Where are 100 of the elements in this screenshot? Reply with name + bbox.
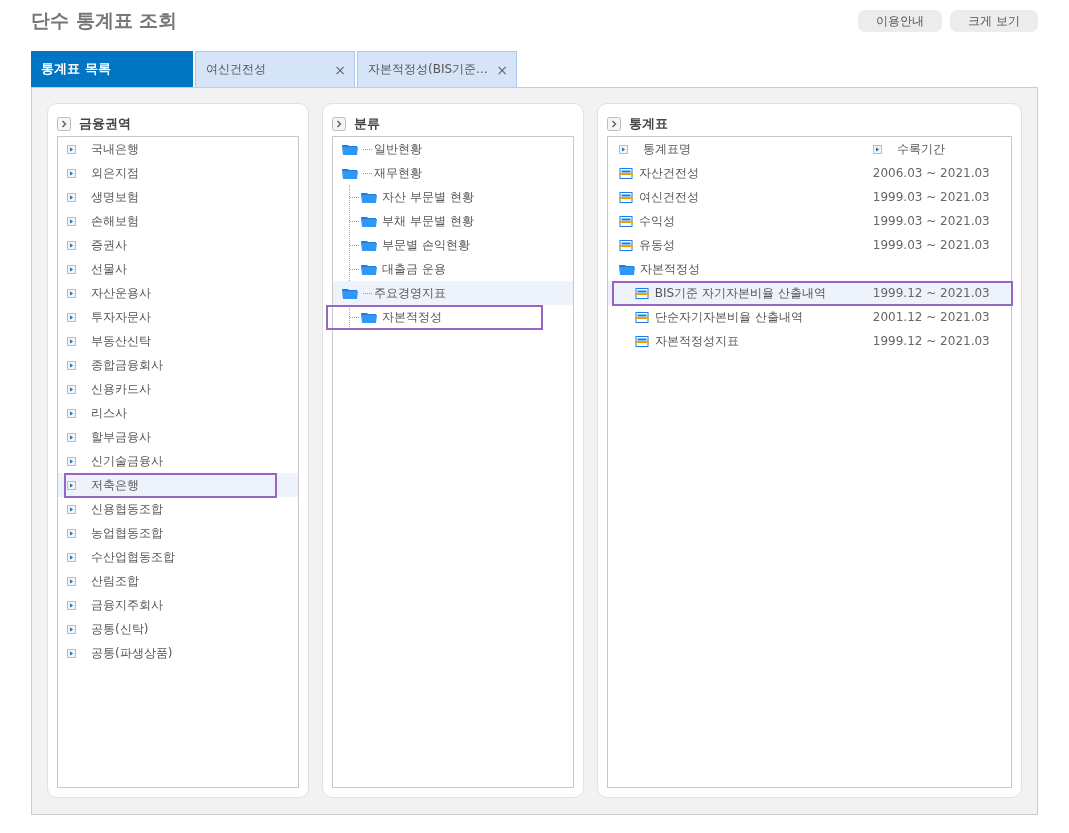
period-text: 1999.03 ~ 2021.03 <box>872 190 990 204</box>
period-text: 2001.12 ~ 2021.03 <box>872 310 990 324</box>
table-name[interactable]: 유동성 <box>638 236 675 254</box>
period-text: 1999.03 ~ 2021.03 <box>872 238 990 252</box>
tree-item[interactable]: 자산 부문별 현황 <box>381 188 474 206</box>
table-icon <box>634 287 649 299</box>
expand-icon[interactable] <box>606 117 621 131</box>
bullet-icon <box>67 456 76 466</box>
table-icon <box>618 167 633 179</box>
sort-icon[interactable] <box>618 144 628 154</box>
bullet-icon <box>67 360 76 370</box>
bullet-icon <box>67 480 76 490</box>
bullet-icon <box>67 576 76 586</box>
folder-icon <box>360 191 378 203</box>
card-title: 분류 <box>353 115 380 133</box>
folder-icon <box>341 167 359 179</box>
list-item[interactable]: 공통(신탁) <box>91 620 149 638</box>
folder-icon <box>341 143 359 155</box>
folder-icon <box>360 239 378 251</box>
bullet-icon <box>67 624 76 634</box>
list-item[interactable]: 농업협동조합 <box>91 524 163 542</box>
bullet-icon <box>67 504 76 514</box>
table-name[interactable]: 자본적정성 <box>639 260 700 278</box>
bullet-icon <box>67 216 76 226</box>
tree-item[interactable]: 자본적정성 <box>381 308 442 326</box>
table-name[interactable]: BIS기준 자기자본비율 산출내역 <box>654 284 826 302</box>
list-item[interactable]: 선물사 <box>91 260 127 278</box>
list-item[interactable]: 투자자문사 <box>91 308 151 326</box>
folder-icon <box>360 215 378 227</box>
bullet-icon <box>67 552 76 562</box>
list-item[interactable]: 금융지주회사 <box>91 596 163 614</box>
bullet-icon <box>67 312 76 322</box>
header-button[interactable]: 크게 보기 <box>950 10 1038 32</box>
list-item[interactable]: 신기술금융사 <box>91 452 163 470</box>
page-title: 단수 통계표 조회 <box>31 8 178 33</box>
close-icon[interactable]: × <box>334 61 346 78</box>
bullet-icon <box>67 168 76 178</box>
list-item[interactable]: 신용카드사 <box>91 380 151 398</box>
bullet-icon <box>67 408 76 418</box>
table-name[interactable]: 자본적정성지표 <box>654 332 739 350</box>
sort-icon[interactable] <box>872 144 882 154</box>
tree-item[interactable]: 재무현황 <box>373 164 422 182</box>
tab[interactable]: 통계표 목록 <box>31 51 193 87</box>
tree-item[interactable]: 부채 부문별 현황 <box>381 212 474 230</box>
bullet-icon <box>67 384 76 394</box>
column-header[interactable]: 수록기간 <box>896 140 945 158</box>
tree-item[interactable]: 부문별 손익현황 <box>381 236 470 254</box>
bullet-icon <box>67 192 76 202</box>
list-item[interactable]: 종합금융회사 <box>91 356 163 374</box>
list-item[interactable]: 부동산신탁 <box>91 332 151 350</box>
table-name[interactable]: 수익성 <box>638 212 675 230</box>
period-text: 1999.12 ~ 2021.03 <box>872 334 990 348</box>
expand-icon[interactable] <box>331 117 346 131</box>
bullet-icon <box>67 432 76 442</box>
table-icon <box>618 239 633 251</box>
tab[interactable]: 자본적정성(BIS기준... × <box>357 51 517 87</box>
folder-icon <box>360 311 378 323</box>
list-item[interactable]: 공통(파생상품) <box>91 644 173 662</box>
list-item[interactable]: 신용협동조합 <box>91 500 163 518</box>
period-text: 1999.03 ~ 2021.03 <box>872 214 990 228</box>
tree-item[interactable]: 대출금 운용 <box>381 260 446 278</box>
list-item[interactable]: 국내은행 <box>91 140 139 158</box>
bullet-icon <box>67 264 76 274</box>
table-name[interactable]: 단순자기자본비율 산출내역 <box>654 308 803 326</box>
bullet-icon <box>67 648 76 658</box>
folder-icon <box>618 263 636 275</box>
folder-icon <box>341 287 359 299</box>
card-title: 금융권역 <box>79 115 131 133</box>
list-item[interactable]: 리스사 <box>91 404 127 422</box>
tab[interactable]: 여신건전성 × <box>195 51 355 87</box>
table-icon <box>618 191 633 203</box>
table-name[interactable]: 여신건전성 <box>638 188 699 206</box>
bullet-icon <box>67 144 76 154</box>
list-item[interactable]: 손해보험 <box>91 212 139 230</box>
bullet-icon <box>67 288 76 298</box>
bullet-icon <box>67 600 76 610</box>
column-header[interactable]: 통계표명 <box>642 140 691 158</box>
list-item[interactable]: 증권사 <box>91 236 127 254</box>
bullet-icon <box>67 336 76 346</box>
table-icon <box>618 215 633 227</box>
header-button[interactable]: 이용안내 <box>858 10 943 32</box>
list-item[interactable]: 수산업협동조합 <box>91 548 175 566</box>
period-text: 1999.12 ~ 2021.03 <box>872 286 990 300</box>
folder-icon <box>360 263 378 275</box>
close-icon[interactable]: × <box>496 61 508 78</box>
expand-icon[interactable] <box>57 117 71 131</box>
bullet-icon <box>67 528 76 538</box>
list-item[interactable]: 자산운용사 <box>91 284 151 302</box>
period-text: 2006.03 ~ 2021.03 <box>872 166 990 180</box>
bullet-icon <box>67 240 76 250</box>
table-icon <box>634 335 649 347</box>
tree-item[interactable]: 일반현황 <box>373 140 422 158</box>
card-title: 통계표 <box>628 115 668 133</box>
table-name[interactable]: 자산건전성 <box>638 164 699 182</box>
table-icon <box>634 311 649 323</box>
list-item[interactable]: 저축은행 <box>91 476 139 494</box>
list-item[interactable]: 할부금융사 <box>91 428 151 446</box>
list-item[interactable]: 생명보험 <box>91 188 139 206</box>
list-item[interactable]: 산림조합 <box>91 572 139 590</box>
list-item[interactable]: 외은지점 <box>91 164 139 182</box>
